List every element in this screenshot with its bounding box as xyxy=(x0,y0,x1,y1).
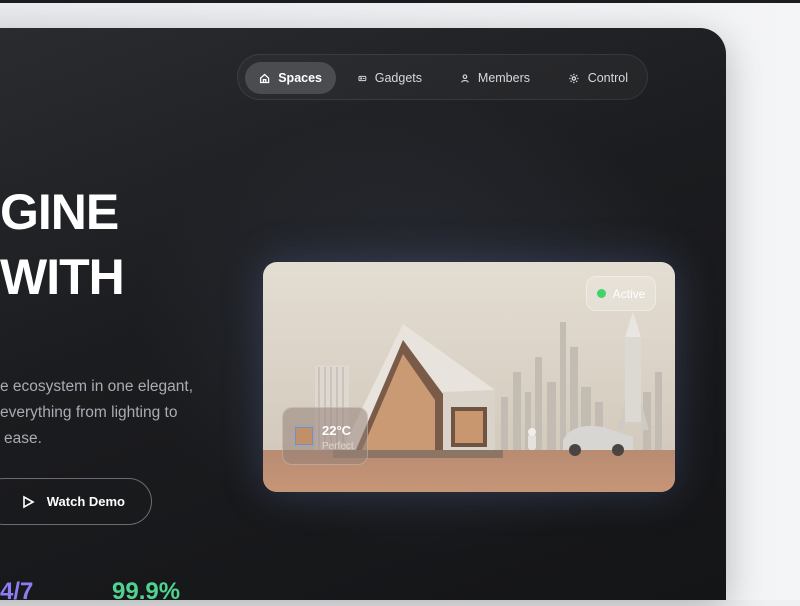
nav-item-gadgets[interactable]: Gadgets xyxy=(344,62,436,94)
temperature-label: Perfect xyxy=(322,441,354,452)
status-label: Active xyxy=(612,286,646,301)
gadget-icon xyxy=(358,75,367,81)
nav-item-label: Control xyxy=(587,71,628,85)
temperature-badge: 22°C Perfect xyxy=(282,407,368,465)
nav-item-label: Gadgets xyxy=(374,71,422,85)
stat-right-value: 99.9% xyxy=(112,578,181,605)
headline-line-2: WITH xyxy=(0,249,125,305)
description-line-1: e ecosystem in one elegant, xyxy=(0,378,194,395)
thermostat-icon xyxy=(295,427,313,445)
nav-item-members[interactable]: Members xyxy=(446,62,544,94)
user-icon xyxy=(461,73,469,83)
description-line-3: ease. xyxy=(4,430,42,447)
headline-line-1: GINE xyxy=(0,184,119,240)
stat-left-value: 4/7 xyxy=(0,578,34,605)
description-line-2: everything from lighting to xyxy=(0,404,178,421)
play-icon xyxy=(22,495,35,508)
status-badge: Active xyxy=(586,276,656,311)
home-icon xyxy=(259,73,270,83)
watch-demo-button[interactable]: Watch Demo xyxy=(0,478,152,525)
nav-item-control[interactable]: Control xyxy=(554,62,642,94)
nav-item-label: Spaces xyxy=(278,71,322,85)
watch-demo-label: Watch Demo xyxy=(46,494,125,509)
gear-icon xyxy=(569,73,579,83)
status-dot-icon xyxy=(596,289,606,298)
top-nav: Spaces Gadgets Members Control xyxy=(237,54,648,100)
nav-item-label: Members xyxy=(477,71,530,85)
nav-item-spaces[interactable]: Spaces xyxy=(245,62,336,94)
temperature-value: 22°C xyxy=(322,423,352,438)
